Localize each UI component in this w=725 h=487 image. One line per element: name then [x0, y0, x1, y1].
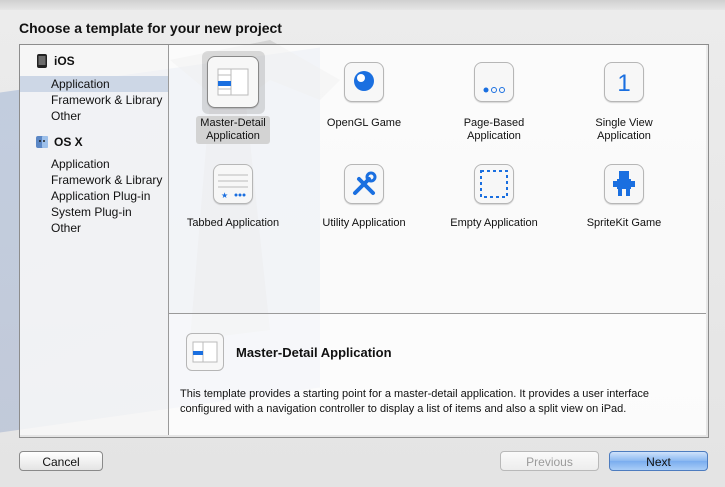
detail-title: Master-Detail Application — [236, 345, 392, 360]
sidebar-item-osx-system-plugin[interactable]: System Plug-in — [20, 204, 168, 220]
detail-description: This template provides a starting point … — [180, 388, 649, 415]
template-label: Utility Application — [318, 216, 409, 231]
template-page-based[interactable]: Page-Based Application — [439, 56, 549, 144]
template-label-line1: Page-Based — [463, 117, 525, 129]
cancel-button[interactable]: Cancel — [19, 451, 103, 471]
sidebar-section-label: OS X — [54, 135, 83, 149]
sidebar-section-ios[interactable]: iOS — [36, 52, 75, 70]
template-label-line1: Single View — [595, 117, 653, 129]
master-detail-icon — [207, 56, 259, 108]
page-based-icon — [474, 62, 514, 102]
template-label: OpenGL Game — [323, 116, 405, 131]
template-empty[interactable]: Empty Application — [439, 164, 549, 231]
template-master-detail[interactable]: Master-Detail Application — [178, 56, 288, 144]
template-spritekit-game[interactable]: SpriteKit Game — [569, 164, 679, 231]
svg-text:1: 1 — [617, 70, 630, 97]
utility-icon — [344, 164, 384, 204]
next-button[interactable]: Next — [609, 451, 708, 471]
window-top-edge — [0, 0, 725, 10]
template-label: Master-Detail Application — [196, 116, 270, 144]
template-label-line1: SpriteKit Game — [586, 217, 662, 229]
spritekit-icon — [604, 164, 644, 204]
sidebar-section-label: iOS — [54, 54, 75, 68]
sidebar-item-osx-application[interactable]: Application — [20, 156, 168, 172]
template-utility[interactable]: Utility Application — [309, 164, 419, 231]
opengl-game-icon — [344, 62, 384, 102]
template-label-line1: OpenGL Game — [326, 117, 402, 129]
dialog-title: Choose a template for your new project — [19, 20, 282, 36]
iphone-icon — [37, 54, 47, 68]
tabbed-icon: ★ — [213, 164, 253, 204]
empty-icon — [474, 164, 514, 204]
template-label: Tabbed Application — [183, 216, 283, 231]
previous-button[interactable]: Previous — [500, 451, 599, 471]
template-opengl-game[interactable]: OpenGL Game — [309, 56, 419, 131]
sidebar-item-ios-application[interactable]: Application — [20, 76, 168, 92]
platform-sidebar: iOS Application Framework & Library Othe… — [20, 45, 169, 435]
svg-text:★: ★ — [221, 191, 228, 200]
template-label: Page-Based Application — [460, 116, 529, 144]
sidebar-item-osx-framework-library[interactable]: Framework & Library — [20, 172, 168, 188]
single-view-icon: 1 — [604, 62, 644, 102]
template-label-line2: Application — [597, 130, 651, 142]
mac-finder-icon — [36, 136, 48, 148]
sidebar-item-ios-framework-library[interactable]: Framework & Library — [20, 92, 168, 108]
template-label: SpriteKit Game — [583, 216, 666, 231]
template-tabbed[interactable]: ★ Tabbed Application — [178, 164, 288, 231]
template-label-line1: Tabbed Application — [186, 217, 280, 229]
template-label: Single View Application — [591, 116, 656, 144]
template-label-line1: Utility Application — [322, 217, 406, 229]
sidebar-item-osx-application-plugin[interactable]: Application Plug-in — [20, 188, 168, 204]
template-label-line2: Application — [206, 130, 260, 142]
template-label-line2: Application — [467, 130, 521, 142]
detail-master-detail-icon — [186, 333, 224, 371]
template-single-view[interactable]: 1 Single View Application — [569, 56, 679, 144]
template-label-line1: Empty Application — [450, 217, 538, 229]
sidebar-section-osx[interactable]: OS X — [36, 133, 83, 151]
sidebar-item-osx-other[interactable]: Other — [20, 220, 168, 236]
template-label: Empty Application — [446, 216, 541, 231]
sidebar-item-ios-other[interactable]: Other — [20, 108, 168, 124]
template-label-line1: Master-Detail — [200, 117, 266, 129]
